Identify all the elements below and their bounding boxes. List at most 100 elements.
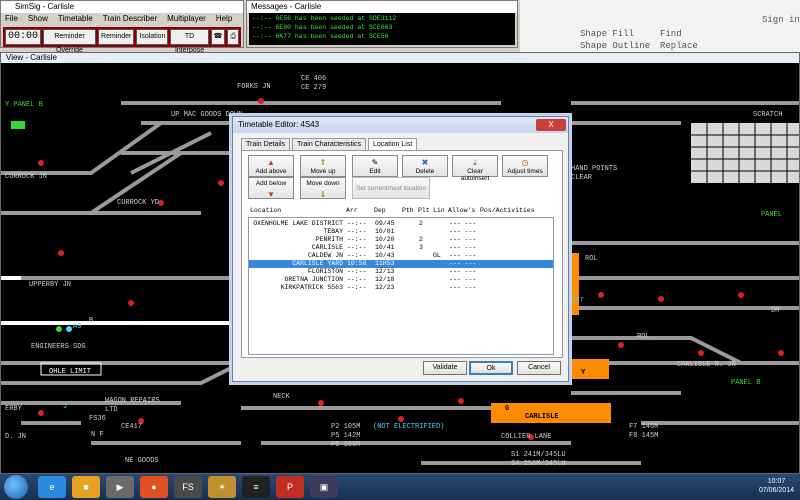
clear-autoinsert-icon: ⤓ [473, 158, 477, 167]
taskbar-app-icon[interactable]: ● [140, 476, 168, 498]
edit-label: Edit [369, 168, 381, 175]
label-ltd: LTD [105, 406, 118, 414]
location-row[interactable]: CARLISLE YARD 10:58 11H53 --- --- [249, 260, 553, 268]
taskbar: e ■ ▶ ● FS ✶ ≡ P ▣ 10:07 07/06/2014 [0, 474, 800, 500]
location-cell-arr: --:-- [347, 228, 367, 235]
printer-icon[interactable]: ⎙ [227, 29, 239, 45]
add-above-button[interactable]: ▲ Add above [248, 155, 294, 177]
clock-icon: ◷ [521, 158, 529, 167]
move-down-icon: ⇓ [319, 190, 327, 199]
location-list[interactable]: OXENHOLME LAKE DISTRICT --:-- 09/45 2 --- --… [248, 217, 554, 355]
label-547: 547 [571, 297, 584, 305]
label-p2: P2 105M [331, 423, 361, 431]
label-upperby-jn: UPPERBY JN [29, 281, 72, 289]
location-row[interactable]: OXENHOLME LAKE DISTRICT --:-- 09/45 2 --- --… [249, 220, 553, 228]
label-ne-goods: NE GOODS [125, 457, 159, 465]
location-row[interactable]: KIRKPATRICK S563 --:-- 12/23 --- --- [249, 284, 553, 292]
reminder-override-button[interactable]: Reminder Override [43, 29, 97, 54]
menu-bar: File Show Timetable Train Describer Mult… [1, 13, 243, 25]
location-cell-arr: --:-- [347, 284, 367, 291]
label-currock-yd: CURROCK YD [117, 199, 160, 207]
messages-list[interactable]: --:-- 6E56 has been seeded at SDE3112 --… [249, 13, 515, 45]
adjust-times-label: Adjust times [507, 168, 543, 175]
location-cell-plt: 2 [419, 220, 423, 227]
move-down-label: Move down [306, 180, 340, 187]
location-cell-loc: PENRITH [315, 236, 343, 243]
label-panel-b-right: PANEL B [731, 379, 761, 387]
reminder-button[interactable]: Reminder [98, 29, 135, 45]
location-row[interactable]: FLORISTON --:-- 12/13 --- --- [249, 268, 553, 276]
label-dm: DM [771, 307, 780, 315]
location-cell-loc: TEBAY [323, 228, 343, 235]
signal-green [56, 326, 62, 332]
col-arr: Arr [346, 207, 358, 214]
taskbar-app-icon[interactable]: ▶ [106, 476, 134, 498]
signal-red [398, 416, 404, 422]
telephone-icon[interactable]: ☎ [210, 29, 226, 45]
location-cell-allow: --- --- [449, 260, 477, 267]
sim-clock[interactable]: 00:00 [5, 29, 41, 45]
signin-label[interactable]: Sign in [762, 16, 800, 25]
shape-fill-label[interactable]: Shape Fill [580, 30, 634, 39]
location-cell-plt: 3 [419, 244, 423, 251]
location-cell-allow: --- --- [449, 244, 477, 251]
menu-file[interactable]: File [5, 13, 18, 25]
delete-icon: ✖ [421, 158, 429, 167]
add-below-button[interactable]: Add below ▼ [248, 177, 294, 199]
location-row[interactable]: CALDEW JN --:-- 10/43 GL --- --- [249, 252, 553, 260]
label-carlisle: CARLISLE [525, 413, 559, 421]
move-up-label: Move up [310, 168, 336, 175]
taskbar-app-icon[interactable]: ≡ [242, 476, 270, 498]
start-button[interactable] [4, 475, 28, 499]
location-cell-arr: --:-- [347, 236, 367, 243]
taskbar-app-icon[interactable]: ✶ [208, 476, 236, 498]
menu-multiplayer[interactable]: Multiplayer [167, 13, 206, 25]
td-interpose-button[interactable]: TD Interpose [170, 29, 209, 54]
move-down-button[interactable]: Move down ⇓ [300, 177, 346, 199]
label-s1: S1 241M/345LU [511, 451, 566, 459]
move-up-button[interactable]: ⇑ Move up [300, 155, 346, 177]
taskbar-app-icon[interactable]: ■ [72, 476, 100, 498]
ok-button[interactable]: Ok [469, 361, 513, 375]
menu-show[interactable]: Show [28, 13, 48, 25]
location-cell-loc: CARLISLE YARD [292, 260, 343, 267]
delete-button[interactable]: ✖ Delete [402, 155, 448, 177]
location-cell-loc: CARLISLE [311, 244, 343, 251]
menu-timetable[interactable]: Timetable [58, 13, 93, 25]
location-row[interactable]: PENRITH --:-- 10/20 2 --- --- [249, 236, 553, 244]
set-current-location-button[interactable]: Set current/next location [352, 177, 430, 199]
isolation-button[interactable]: Isolation [136, 29, 169, 45]
location-cell-arr: --:-- [347, 252, 367, 259]
message-line: --:-- 6K77 has been seeded at SCE56 [252, 33, 389, 40]
location-cell-arr: --:-- [347, 268, 367, 275]
label-b: B [89, 317, 94, 325]
signal-red [258, 98, 264, 104]
location-cell-lin: GL [433, 252, 441, 259]
taskbar-app-icon[interactable]: ▣ [310, 476, 338, 498]
adjust-times-button[interactable]: ◷ Adjust times [502, 155, 548, 177]
add-above-label: Add above [255, 168, 287, 175]
replace-label[interactable]: Replace [660, 42, 698, 51]
location-row[interactable]: TEBAY --:-- 10/01 --- --- [249, 228, 553, 236]
find-label[interactable]: Find [660, 30, 682, 39]
location-row[interactable]: GRETNA JUNCTION --:-- 12/18 --- --- [249, 276, 553, 284]
location-cell-dep: 10/41 [375, 244, 395, 251]
menu-train-describer[interactable]: Train Describer [103, 13, 157, 25]
cancel-button[interactable]: Cancel [517, 361, 561, 375]
shape-outline-label[interactable]: Shape Outline [580, 42, 650, 51]
taskbar-clock[interactable]: 10:07 07/06/2014 [759, 477, 794, 495]
menu-help[interactable]: Help [216, 13, 232, 25]
label-f8: F8 145M [629, 432, 659, 440]
taskbar-app-icon[interactable]: e [38, 476, 66, 498]
signal-red [598, 292, 604, 298]
edit-button[interactable]: ✎ Edit [352, 155, 398, 177]
label-p6: P6 158M [331, 441, 361, 449]
taskbar-app-icon[interactable]: FS [174, 476, 202, 498]
close-icon[interactable]: X [536, 119, 566, 131]
location-cell-loc: FLORISTON [307, 268, 343, 275]
location-row[interactable]: CARLISLE --:-- 10/41 3 --- --- [249, 244, 553, 252]
validate-button[interactable]: Validate [423, 361, 467, 375]
clear-autoinsert-button[interactable]: ⤓ Clear autoinsert [452, 155, 498, 182]
taskbar-app-icon[interactable]: P [276, 476, 304, 498]
track-line [1, 361, 242, 385]
